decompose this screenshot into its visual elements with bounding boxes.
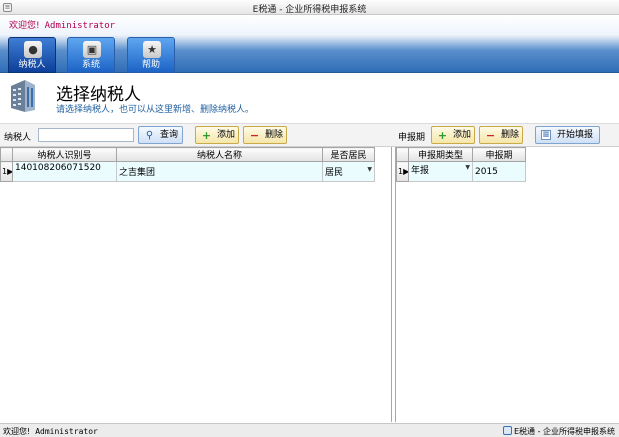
cell-period-type-value: 年报	[411, 166, 430, 176]
tab-taxpayer[interactable]: ● 纳税人	[8, 37, 56, 73]
window-titlebar: ≡ E税通 - 企业所得税申报系统	[0, 0, 619, 15]
welcome-message: 欢迎您! Administrator	[9, 18, 115, 31]
search-button[interactable]: ⚲ 查询	[138, 126, 183, 144]
taxpayer-label: 纳税人	[4, 133, 32, 143]
period-grid-header: 申报期类型 申报期	[396, 147, 526, 162]
period-grid-area: 申报期类型 申报期 1▶ ▼ 年报 2015	[395, 147, 619, 422]
delete-period-label: 删除	[501, 130, 520, 140]
table-row[interactable]: 1▶ 140108206071520 之吉集团 ▼ 居民	[0, 161, 375, 182]
delete-period-button[interactable]: − 删除	[479, 126, 523, 144]
taxpayer-search-input[interactable]	[38, 128, 134, 142]
status-app: E税通 - 企业所得税申报系统	[502, 426, 615, 437]
add-taxpayer-button[interactable]: + 添加	[195, 126, 239, 144]
building-icon	[11, 80, 35, 112]
top-banner: 欢迎您! Administrator ● 纳税人 ▣ 系统 ★ 帮助	[0, 15, 619, 73]
toolbar: 纳税人 ⚲ 查询 + 添加 − 删除 申报期 + 添加 − 删除 ≡ 开始填报	[0, 123, 619, 147]
tab-system-label: 系统	[81, 60, 100, 70]
column-header-period-type[interactable]: 申报期类型	[408, 147, 473, 162]
page-description: 请选择纳税人，也可以从这里新增、删除纳税人。	[56, 105, 255, 115]
welcome-user: Administrator	[44, 21, 116, 31]
plus-icon: +	[437, 129, 448, 142]
star-icon: ★	[143, 41, 161, 58]
tab-taxpayer-label: 纳税人	[18, 60, 46, 70]
computer-icon: ▣	[83, 41, 101, 58]
cell-taxpayer-name[interactable]: 之吉集团	[116, 161, 323, 182]
grid-corner	[0, 147, 13, 162]
add-taxpayer-label: 添加	[217, 130, 236, 140]
plus-icon: +	[201, 129, 212, 142]
tab-system[interactable]: ▣ 系统	[67, 37, 115, 73]
search-button-label: 查询	[160, 130, 179, 140]
taxpayer-grid-header: 纳税人识别号 纳税人名称 是否居民	[0, 147, 375, 162]
delete-taxpayer-button[interactable]: − 删除	[243, 126, 287, 144]
chevron-down-icon[interactable]: ▼	[465, 164, 470, 171]
tab-help[interactable]: ★ 帮助	[127, 37, 175, 73]
taxpayer-grid-area: 纳税人识别号 纳税人名称 是否居民 1▶ 140108206071520 之吉集…	[0, 147, 392, 422]
row-marker[interactable]: 1▶	[0, 161, 13, 182]
cell-taxpayer-id[interactable]: 140108206071520	[12, 161, 117, 182]
period-grid: 申报期类型 申报期 1▶ ▼ 年报 2015	[396, 147, 526, 182]
period-label: 申报期	[398, 133, 426, 143]
delete-taxpayer-label: 删除	[265, 130, 284, 140]
status-welcome-text: 欢迎您!	[3, 427, 31, 436]
cell-period[interactable]: 2015	[472, 161, 526, 182]
start-filing-button[interactable]: ≡ 开始填报	[535, 126, 600, 144]
chevron-down-icon[interactable]: ▼	[367, 166, 372, 173]
tab-help-label: 帮助	[141, 60, 160, 70]
start-filing-label: 开始填报	[557, 130, 594, 140]
row-marker[interactable]: 1▶	[396, 161, 409, 182]
column-header-taxpayer-id[interactable]: 纳税人识别号	[12, 147, 117, 162]
column-header-period[interactable]: 申报期	[472, 147, 526, 162]
person-icon: ●	[24, 41, 42, 58]
cell-resident[interactable]: ▼ 居民	[322, 161, 375, 182]
search-icon: ⚲	[145, 130, 154, 141]
status-user: 欢迎您! Administrator	[3, 426, 98, 437]
welcome-text: 欢迎您!	[9, 21, 40, 31]
form-icon: ≡	[541, 130, 551, 140]
status-app-name: E税通 - 企业所得税申报系统	[513, 427, 615, 436]
minus-icon: −	[485, 129, 496, 142]
page-header: 选择纳税人 请选择纳税人，也可以从这里新增、删除纳税人。	[0, 74, 619, 120]
app-logo-icon	[502, 426, 512, 435]
status-user-name: Administrator	[35, 427, 98, 436]
add-period-label: 添加	[453, 130, 472, 140]
table-row[interactable]: 1▶ ▼ 年报 2015	[396, 161, 526, 182]
cell-resident-value: 居民	[325, 168, 344, 178]
column-header-taxpayer-name[interactable]: 纳税人名称	[116, 147, 323, 162]
column-header-resident[interactable]: 是否居民	[322, 147, 375, 162]
add-period-button[interactable]: + 添加	[431, 126, 475, 144]
minus-icon: −	[249, 129, 260, 142]
cell-period-type[interactable]: ▼ 年报	[408, 161, 473, 182]
window-title: E税通 - 企业所得税申报系统	[252, 5, 367, 15]
grid-corner	[396, 147, 409, 162]
status-bar: 欢迎您! Administrator E税通 - 企业所得税申报系统	[0, 423, 619, 437]
taxpayer-grid: 纳税人识别号 纳税人名称 是否居民 1▶ 140108206071520 之吉集…	[0, 147, 375, 182]
